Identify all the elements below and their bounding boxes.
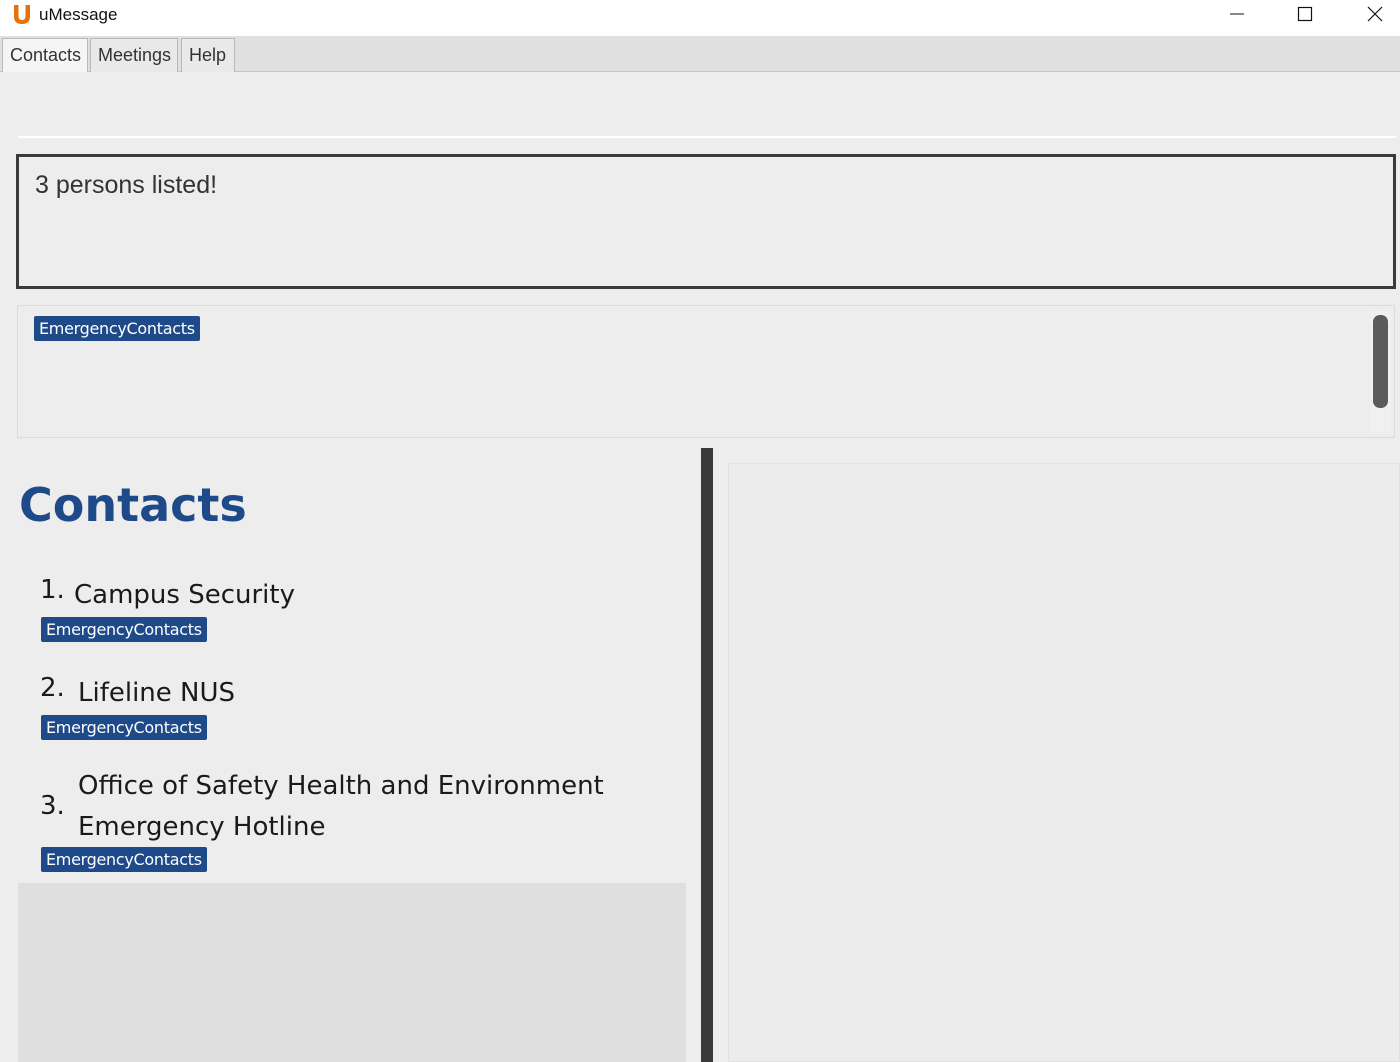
contact-tag: EmergencyContacts xyxy=(41,715,207,740)
maximize-icon xyxy=(1297,6,1313,22)
tab-contacts[interactable]: Contacts xyxy=(2,38,88,72)
tag-chip[interactable]: EmergencyContacts xyxy=(34,316,200,341)
contact-index: 3. xyxy=(40,791,65,821)
contact-tag: EmergencyContacts xyxy=(41,847,207,872)
contact-card[interactable]: 2. Lifeline NUS EmergencyContacts xyxy=(18,671,686,769)
contact-card[interactable]: 3. Office of Safety Health and Environme… xyxy=(18,769,686,883)
tags-panel: EmergencyContacts xyxy=(17,305,1395,438)
contact-index: 2. xyxy=(40,673,65,703)
contact-index: 1. xyxy=(40,575,65,605)
scrollbar-thumb[interactable] xyxy=(1373,315,1388,408)
maximize-button[interactable] xyxy=(1282,0,1328,30)
minimize-button[interactable] xyxy=(1214,0,1260,30)
title-bar: uMessage xyxy=(0,0,1400,36)
app-logo-icon xyxy=(12,3,32,25)
menu-bar: Contacts Meetings Help xyxy=(0,36,1400,72)
result-display: 3 persons listed! xyxy=(16,154,1396,289)
contacts-heading: Contacts xyxy=(19,478,247,532)
close-icon xyxy=(1367,6,1383,22)
contacts-pane: Contacts 1. Campus Security EmergencyCon… xyxy=(18,448,686,1062)
result-message: 3 persons listed! xyxy=(35,171,218,199)
contact-name: Lifeline NUS xyxy=(78,678,236,708)
contact-name: Office of Safety Health and Environment … xyxy=(78,771,604,842)
scrollbar[interactable] xyxy=(1371,311,1391,433)
close-button[interactable] xyxy=(1352,0,1398,30)
split-pane-divider[interactable] xyxy=(701,448,713,1062)
command-input[interactable] xyxy=(18,72,1396,138)
tab-help[interactable]: Help xyxy=(181,38,235,72)
contact-name: Campus Security xyxy=(74,580,295,610)
contact-tag: EmergencyContacts xyxy=(41,617,207,642)
list-empty-area xyxy=(18,883,686,1062)
contact-card[interactable]: 1. Campus Security EmergencyContacts xyxy=(18,573,686,671)
window-title: uMessage xyxy=(39,5,118,24)
tab-meetings[interactable]: Meetings xyxy=(90,38,178,72)
detail-pane xyxy=(728,463,1400,1062)
minimize-icon xyxy=(1230,13,1244,15)
